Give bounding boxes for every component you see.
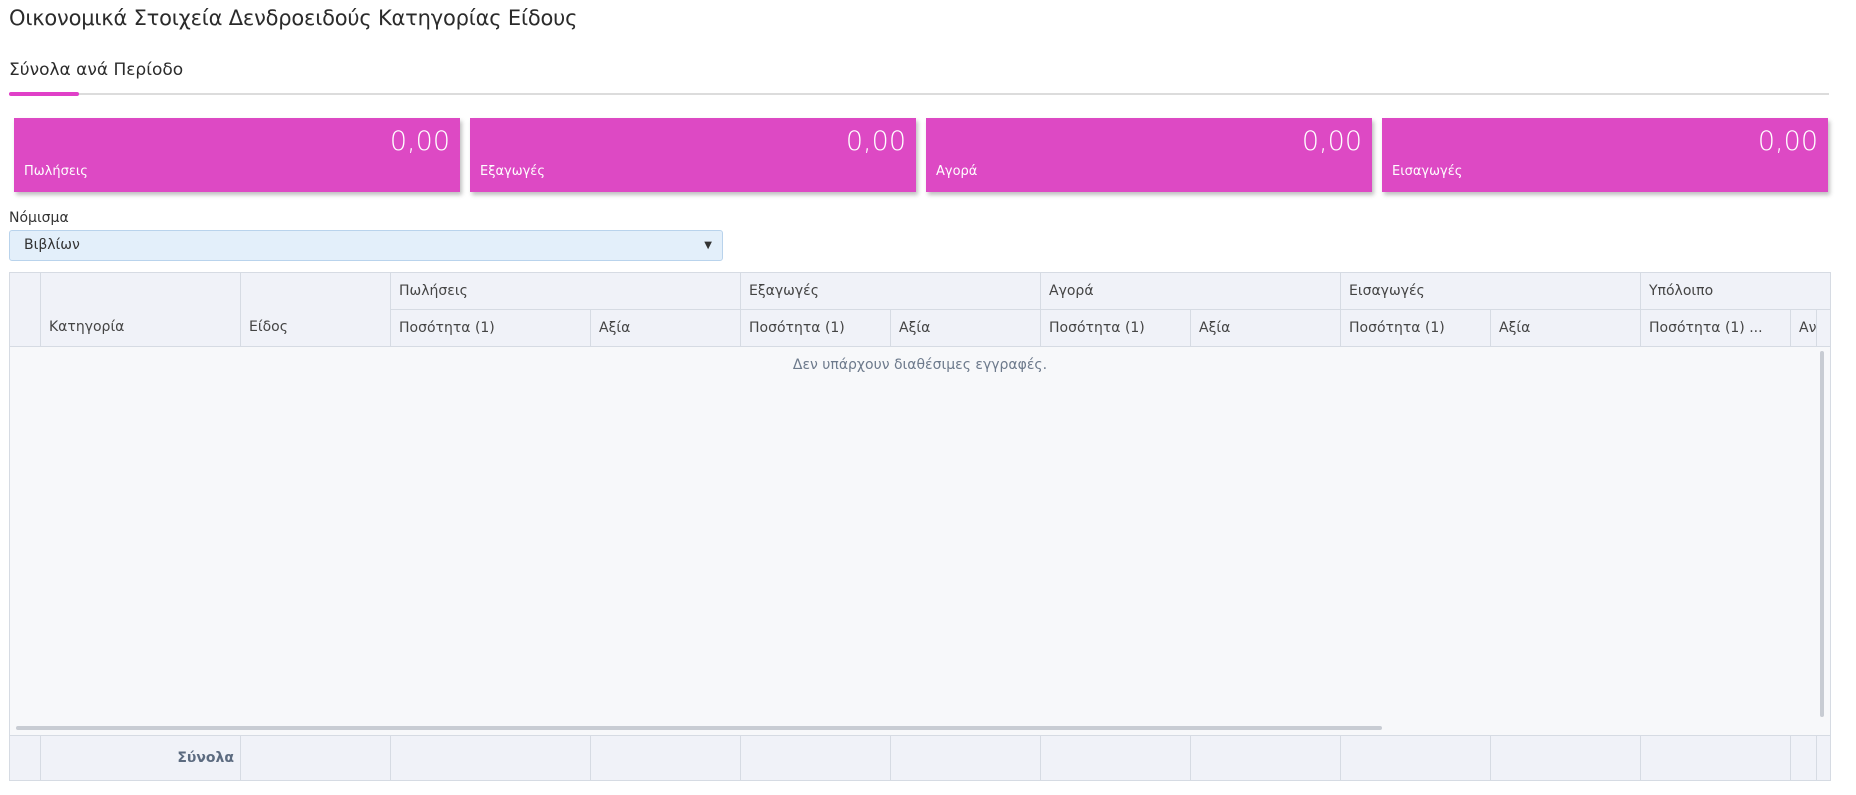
card-value: 0,00 <box>1301 126 1362 157</box>
column-header-exports-qty[interactable]: Ποσότητα (1) <box>741 310 891 346</box>
card-purchases: 0,00 Αγορά <box>926 118 1372 192</box>
column-header-category[interactable]: Κατηγορία <box>41 273 241 346</box>
chevron-down-icon: ▼ <box>704 240 712 251</box>
horizontal-scrollbar[interactable] <box>16 726 1382 730</box>
card-label: Αγορά <box>936 164 978 179</box>
tab-totals-per-period[interactable]: Σύνολα ανά Περίοδο <box>9 60 183 80</box>
card-label: Εξαγωγές <box>480 164 545 179</box>
column-header-item[interactable]: Είδος <box>241 273 391 346</box>
card-label: Πωλήσεις <box>24 164 88 179</box>
totals-label: Σύνολα <box>41 736 241 780</box>
grid-totals-row: Σύνολα <box>10 735 1830 780</box>
column-header-purchases-value[interactable]: Αξία <box>1191 310 1341 346</box>
totals-cell <box>1191 736 1341 780</box>
currency-selected-value: Βιβλίων <box>24 237 80 253</box>
card-label: Εισαγωγές <box>1392 164 1463 179</box>
totals-cell <box>241 736 391 780</box>
empty-records-message: Δεν υπάρχουν διαθέσιμες εγγραφές. <box>792 357 1048 373</box>
tab-active-indicator <box>9 92 79 96</box>
totals-cell <box>1491 736 1641 780</box>
group-header-balance: Υπόλοιπο <box>1641 273 1831 310</box>
column-header-imports-value[interactable]: Αξία <box>1491 310 1641 346</box>
column-header-purchases-qty[interactable]: Ποσότητα (1) <box>1041 310 1191 346</box>
totals-cell <box>741 736 891 780</box>
card-sales: 0,00 Πωλήσεις <box>14 118 460 192</box>
totals-cell <box>891 736 1041 780</box>
card-value: 0,00 <box>1757 126 1818 157</box>
column-header-sales-value[interactable]: Αξία <box>591 310 741 346</box>
card-exports: 0,00 Εξαγωγές <box>470 118 916 192</box>
card-imports: 0,00 Εισαγωγές <box>1382 118 1828 192</box>
totals-cell <box>1641 736 1791 780</box>
vertical-scrollbar[interactable] <box>1820 351 1824 717</box>
column-header-sales-qty[interactable]: Ποσότητα (1) <box>391 310 591 346</box>
group-header-purchases: Αγορά <box>1041 273 1341 310</box>
column-header-exports-value[interactable]: Αξία <box>891 310 1041 346</box>
page-title: Οικονομικά Στοιχεία Δενδροειδούς Κατηγορ… <box>9 6 578 30</box>
currency-label: Νόμισμα <box>9 210 69 226</box>
summary-cards: 0,00 Πωλήσεις 0,00 Εξαγωγές 0,00 Αγορά 0… <box>14 118 1829 192</box>
column-header-balance-value[interactable]: Αν <box>1791 310 1817 346</box>
group-header-imports: Εισαγωγές <box>1341 273 1641 310</box>
expand-column-header <box>10 273 41 346</box>
column-header-imports-qty[interactable]: Ποσότητα (1) <box>1341 310 1491 346</box>
column-header-balance-qty[interactable]: Ποσότητα (1) ... <box>1641 310 1791 346</box>
currency-select[interactable]: Βιβλίων ▼ <box>9 230 723 261</box>
card-value: 0,00 <box>845 126 906 157</box>
totals-cell <box>1341 736 1491 780</box>
group-header-exports: Εξαγωγές <box>741 273 1041 310</box>
totals-cell <box>591 736 741 780</box>
tab-divider <box>9 93 1829 95</box>
totals-cell <box>391 736 591 780</box>
totals-cell <box>10 736 41 780</box>
card-value: 0,00 <box>389 126 450 157</box>
data-grid: Κατηγορία Είδος Πωλήσεις Εξαγωγές Αγορά … <box>9 272 1831 781</box>
totals-cell <box>1791 736 1817 780</box>
totals-cell <box>1041 736 1191 780</box>
tab-bar: Σύνολα ανά Περίοδο <box>9 56 1829 96</box>
group-header-sales: Πωλήσεις <box>391 273 741 310</box>
grid-header: Κατηγορία Είδος Πωλήσεις Εξαγωγές Αγορά … <box>10 273 1831 347</box>
